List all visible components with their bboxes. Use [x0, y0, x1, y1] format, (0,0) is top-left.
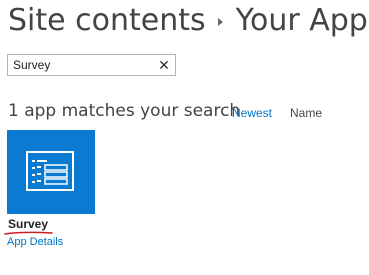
survey-icon	[26, 151, 74, 191]
results-header: 1 app matches your search Newest Name	[8, 101, 363, 123]
search-input[interactable]	[8, 55, 163, 75]
app-tile-survey[interactable]	[7, 130, 95, 214]
app-details-link[interactable]: App Details	[7, 236, 63, 248]
breadcrumb-site-contents[interactable]: Site contents	[8, 3, 206, 38]
app-name-survey[interactable]: Survey	[8, 217, 48, 231]
results-count-heading: 1 app matches your search	[8, 101, 241, 121]
your-apps-page: Site contents Your Apps ✕ 1 app matches …	[0, 0, 369, 275]
sort-newest-link[interactable]: Newest	[232, 106, 272, 120]
breadcrumb: Site contents Your Apps	[8, 0, 369, 40]
sort-name-link[interactable]: Name	[290, 106, 322, 120]
breadcrumb-separator-icon	[217, 18, 223, 26]
close-icon[interactable]: ✕	[157, 55, 171, 75]
search-box: ✕	[7, 54, 176, 76]
page-title: Your Apps	[235, 2, 369, 38]
